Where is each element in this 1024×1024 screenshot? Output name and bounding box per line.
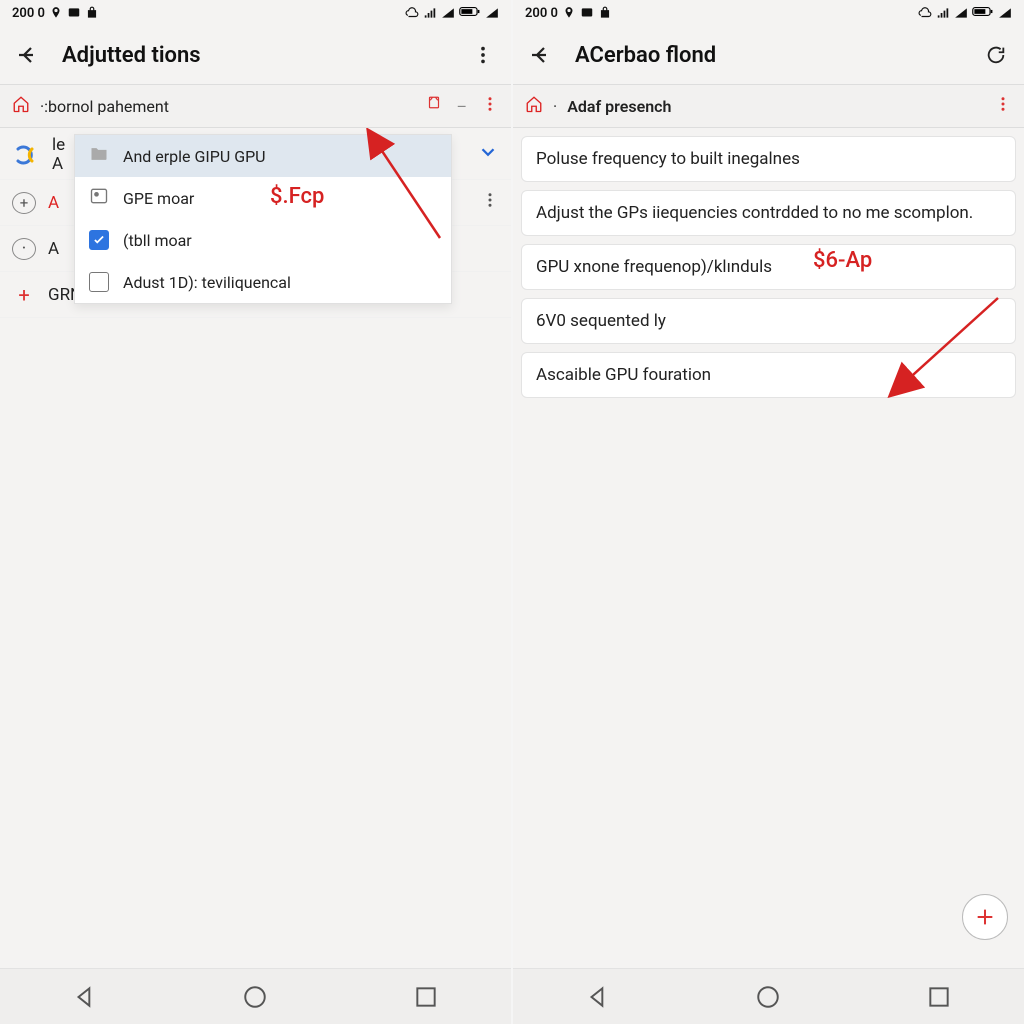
signal3-icon [998, 6, 1012, 20]
chat-icon [580, 6, 594, 20]
app-icon [12, 143, 40, 167]
folder-icon [89, 144, 109, 168]
dropdown-item[interactable]: Adust 1D): teviliquencal [75, 261, 451, 303]
back-button[interactable] [12, 39, 44, 71]
card-text: Poluse frequency to built inegalnes [536, 149, 800, 169]
section-header[interactable]: ·:bornol pahement – [0, 84, 511, 128]
add-icon[interactable]: + [12, 192, 36, 214]
location-icon [562, 6, 576, 20]
card-text: Ascaible GPU fouration [536, 365, 711, 385]
location-icon [49, 6, 63, 20]
status-time: 200 0 [525, 6, 558, 21]
card-item[interactable]: Adjust the GPs iiequencies contrdded to … [521, 190, 1016, 236]
chat-icon [67, 6, 81, 20]
app-bar: ACerbao flond [513, 26, 1024, 84]
app-bar: Adjutted tions [0, 26, 511, 84]
refresh-button[interactable] [980, 39, 1012, 71]
nav-back-icon[interactable] [72, 984, 98, 1010]
status-bar: 200 0 [0, 0, 511, 26]
dropdown-item[interactable]: (tbll moar [75, 219, 451, 261]
page-title: ACerbao flond [575, 43, 716, 68]
chevron-down-icon[interactable] [477, 141, 499, 168]
back-button[interactable] [525, 39, 557, 71]
row-text: A [48, 193, 59, 213]
nav-recent-icon[interactable] [413, 984, 439, 1010]
row-more-button[interactable] [481, 191, 499, 214]
section-title: ·:bornol pahement [40, 97, 169, 116]
bullet-icon: · [12, 238, 36, 260]
section-title: Adaf presench [567, 97, 671, 116]
card-item[interactable]: Poluse frequency to built inegalnes [521, 136, 1016, 182]
dropdown-label: Adust 1D): teviliquencal [123, 273, 291, 292]
card-text: 6V0 sequented ly [536, 311, 666, 331]
section-more-button[interactable] [481, 95, 499, 117]
dropdown-label: GPE moar [123, 189, 194, 208]
phone-left: 200 0 [0, 0, 511, 1024]
row-text2: A [52, 155, 65, 174]
signal-icon [936, 6, 950, 20]
nav-back-icon[interactable] [585, 984, 611, 1010]
section-header[interactable]: · Adaf presench [513, 84, 1024, 128]
row-text: A [48, 239, 59, 259]
nav-recent-icon[interactable] [926, 984, 952, 1010]
dropdown-item[interactable]: GPE moar [75, 177, 451, 219]
content-area: Poluse frequency to built inegalnes Adju… [513, 128, 1024, 968]
card-text: Adjust the GPs iiequencies contrdded to … [536, 203, 973, 223]
nav-bar [513, 968, 1024, 1024]
status-bar: 200 0 [513, 0, 1024, 26]
status-time: 200 0 [12, 6, 45, 21]
row-text: le [52, 136, 65, 155]
signal-icon [423, 6, 437, 20]
dropdown-menu: And erple GIPU GPU GPE moar (tbll moar A… [74, 134, 452, 304]
minus-icon[interactable]: – [457, 97, 468, 116]
cloud-icon [405, 6, 419, 20]
checkbox-checked-icon[interactable] [89, 230, 109, 250]
signal3-icon [485, 6, 499, 20]
battery-icon [459, 6, 481, 20]
card-text: GPU xnone frequenop)/klınduls [536, 257, 772, 277]
fab-add-button[interactable] [962, 894, 1008, 940]
home-icon [525, 95, 543, 117]
card-item[interactable]: Ascaible GPU fouration [521, 352, 1016, 398]
content-area: le A + A · A + GRN adjust fion do [0, 128, 511, 968]
add-icon[interactable]: + [12, 283, 36, 307]
section-more-button[interactable] [994, 95, 1012, 117]
dropdown-label: And erple GIPU GPU [123, 147, 266, 166]
checkbox-unchecked-icon[interactable] [89, 272, 109, 292]
image-icon [89, 186, 109, 210]
more-button[interactable] [467, 39, 499, 71]
bag-icon [85, 6, 99, 20]
dropdown-label: (tbll moar [123, 231, 192, 250]
nav-bar [0, 968, 511, 1024]
nav-home-icon[interactable] [755, 984, 781, 1010]
signal2-icon [441, 6, 455, 20]
card-item[interactable]: GPU xnone frequenop)/klınduls [521, 244, 1016, 290]
nav-home-icon[interactable] [242, 984, 268, 1010]
cloud-icon [918, 6, 932, 20]
page-title: Adjutted tions [62, 43, 201, 68]
battery-icon [972, 6, 994, 20]
card-item[interactable]: 6V0 sequented ly [521, 298, 1016, 344]
home-icon [12, 95, 30, 117]
signal2-icon [954, 6, 968, 20]
phone-right: 200 0 [513, 0, 1024, 1024]
dropdown-item[interactable]: And erple GIPU GPU [75, 135, 451, 177]
bag-icon [598, 6, 612, 20]
pin-icon[interactable] [425, 95, 443, 117]
